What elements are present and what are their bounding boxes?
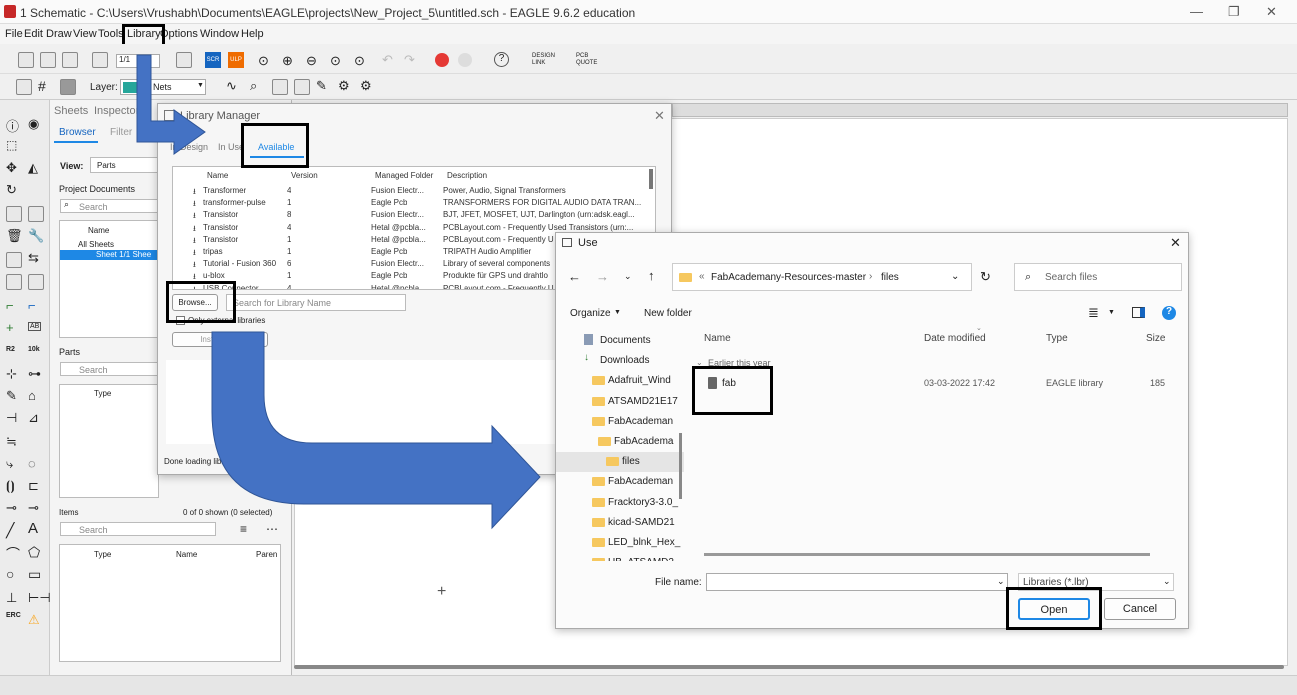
arrow-browse-to-file xyxy=(211,331,541,530)
arrow-library-to-available xyxy=(136,54,206,155)
tutorial-arrows xyxy=(136,54,541,530)
